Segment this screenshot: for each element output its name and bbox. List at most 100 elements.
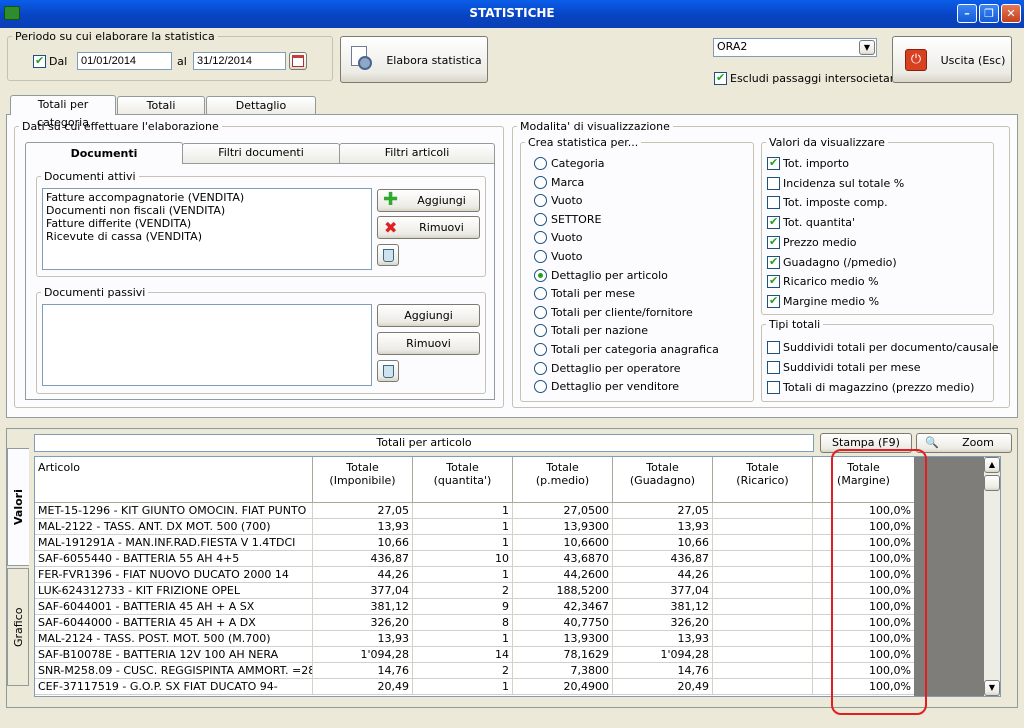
table-row[interactable]: MET-15-1296 - KIT GIUNTO OMOCIN. FIAT PU… — [35, 503, 915, 519]
radio-button[interactable] — [534, 287, 547, 301]
chevron-down-icon[interactable]: ▼ — [859, 40, 875, 55]
checkbox[interactable] — [767, 235, 780, 249]
uscita-button[interactable]: ⏻ Uscita (Esc) — [892, 36, 1012, 83]
table-row[interactable]: CEF-37117519 - G.O.P. SX FIAT DUCATO 94-… — [35, 679, 915, 695]
restore-icon[interactable]: ❐ — [979, 4, 999, 23]
crea-option[interactable]: Dettaglio per operatore — [534, 361, 748, 377]
scroll-down-icon[interactable]: ▼ — [984, 680, 1000, 696]
table-row[interactable]: SAF-B10078E - BATTERIA 12V 100 AH NERA 1'… — [35, 647, 915, 663]
crea-option[interactable]: SETTORE — [534, 212, 748, 228]
crea-option[interactable]: Totali per cliente/fornitore — [534, 305, 748, 321]
radio-button[interactable] — [534, 250, 547, 263]
aggiungi-passivi-button[interactable]: Aggiungi — [377, 304, 480, 327]
radio-button[interactable] — [534, 343, 547, 356]
table-row[interactable]: SAF-6044000 - BATTERIA 45 AH + A DX 326,2… — [35, 615, 915, 631]
table-row[interactable]: MAL-2122 - TASS. ANT. DX MOT. 500 (700) 1… — [35, 519, 915, 535]
valori-option[interactable]: Incidenza sul totale % — [767, 176, 987, 192]
checkbox[interactable] — [767, 361, 780, 374]
crea-option[interactable]: Dettaglio per venditore — [534, 379, 748, 395]
valori-option[interactable]: Prezzo medio — [767, 235, 987, 251]
table-row[interactable]: SAF-6044001 - BATTERIA 45 AH + A SX 381,1… — [35, 599, 915, 615]
vertical-scrollbar[interactable]: ▲ ▼ — [984, 457, 1000, 696]
minimize-icon[interactable]: – — [957, 4, 977, 23]
tab-filtri-documenti[interactable]: Filtri documenti — [182, 143, 340, 163]
close-icon[interactable]: ✕ — [1001, 4, 1021, 23]
tab-dettaglio-documenti[interactable]: Dettaglio documenti — [206, 96, 316, 130]
checkbox[interactable] — [767, 294, 780, 308]
documenti-passivi-list[interactable] — [42, 304, 372, 386]
tab-totali-documenti[interactable]: Totali documenti — [117, 96, 205, 130]
elabora-statistica-button[interactable]: Elabora statistica — [340, 36, 488, 83]
scroll-up-icon[interactable]: ▲ — [984, 457, 1000, 473]
tab-totali-per-categoria[interactable]: Totali per categoria — [10, 95, 116, 129]
valori-option[interactable]: Tot. quantita' — [767, 215, 987, 231]
radio-button[interactable] — [534, 157, 547, 170]
crea-option[interactable]: Totali per mese — [534, 286, 748, 302]
clear-list-icon[interactable] — [377, 244, 399, 266]
crea-option[interactable]: Totali per nazione — [534, 323, 748, 339]
checkbox[interactable] — [767, 156, 780, 170]
crea-option[interactable]: Categoria — [534, 156, 748, 172]
zoom-button[interactable]: 🔍 Zoom — [916, 433, 1012, 453]
radio-button[interactable] — [534, 305, 547, 319]
column-header[interactable]: Totale (quantita') — [413, 457, 513, 503]
list-item[interactable]: Fatture differite (VENDITA) — [46, 217, 368, 230]
rimuovi-passivi-button[interactable]: Rimuovi — [377, 332, 480, 355]
table-row[interactable]: MAL-2124 - TASS. POST. MOT. 500 (M.700) 1… — [35, 631, 915, 647]
checkbox[interactable] — [767, 274, 780, 289]
valori-option[interactable]: Margine medio % — [767, 294, 987, 310]
escludi-checkbox[interactable] — [714, 71, 727, 85]
table-row[interactable]: MAL-191291A - MAN.INF.RAD.FIESTA V 1.4TD… — [35, 535, 915, 551]
column-header[interactable]: Totale (Guadagno) — [613, 457, 713, 503]
column-header[interactable]: Articolo — [35, 457, 313, 503]
valori-option[interactable]: Tot. importo — [767, 156, 987, 172]
tipi-option[interactable]: Suddividi totali per mese — [767, 360, 987, 376]
column-header[interactable]: Totale (Ricarico) — [713, 457, 813, 503]
aggiungi-attivi-button[interactable]: ✚ Aggiungi — [377, 189, 480, 212]
documenti-attivi-list[interactable]: Fatture accompagnatorie (VENDITA) Docume… — [42, 188, 372, 270]
crea-option[interactable]: Vuoto — [534, 230, 748, 246]
radio-button[interactable] — [534, 380, 547, 394]
table-row[interactable]: FER-FVR1396 - FIAT NUOVO DUCATO 2000 14 4… — [35, 567, 915, 583]
tab-documenti[interactable]: Documenti — [25, 142, 183, 164]
side-tab-valori[interactable]: Valori — [7, 448, 29, 566]
radio-button[interactable] — [534, 268, 547, 282]
radio-button[interactable] — [534, 361, 547, 375]
server-select[interactable]: ORA2 ▼ — [713, 38, 877, 57]
checkbox[interactable] — [767, 215, 780, 230]
checkbox[interactable] — [767, 176, 780, 190]
checkbox[interactable] — [767, 381, 780, 394]
tipi-option[interactable]: Totali di magazzino (prezzo medio) — [767, 380, 987, 396]
rimuovi-attivi-button[interactable]: ✖ Rimuovi — [377, 216, 480, 239]
table-row[interactable]: LUK-624312733 - KIT FRIZIONE OPEL 377,04 2… — [35, 583, 915, 599]
scroll-thumb[interactable] — [984, 475, 1000, 491]
crea-option[interactable]: Totali per categoria anagrafica — [534, 342, 748, 358]
side-tab-grafico[interactable]: Grafico — [7, 568, 29, 686]
checkbox[interactable] — [767, 255, 780, 269]
crea-option[interactable]: Marca — [534, 175, 748, 191]
radio-button[interactable] — [534, 231, 547, 245]
valori-option[interactable]: Tot. imposte comp. — [767, 195, 987, 211]
radio-button[interactable] — [534, 324, 547, 338]
dal-checkbox[interactable] — [33, 54, 46, 68]
crea-option[interactable]: Dettaglio per articolo — [534, 268, 748, 284]
list-item[interactable]: Documenti non fiscali (VENDITA) — [46, 204, 368, 217]
radio-button[interactable] — [534, 194, 547, 208]
from-date-input[interactable] — [77, 52, 172, 70]
column-header[interactable]: Totale (p.medio) — [513, 457, 613, 503]
radio-button[interactable] — [534, 175, 547, 189]
column-header[interactable]: Totale (Imponibile) — [313, 457, 413, 503]
checkbox[interactable] — [767, 196, 780, 210]
radio-button[interactable] — [534, 212, 547, 226]
to-date-input[interactable] — [193, 52, 286, 70]
list-item[interactable]: Ricevute di cassa (VENDITA) — [46, 230, 368, 243]
table-row[interactable]: SNR-M258.09 - CUSC. REGGISPINTA AMMORT. … — [35, 663, 915, 679]
calendar-icon[interactable] — [289, 52, 307, 70]
crea-option[interactable]: Vuoto — [534, 193, 748, 209]
clear-list-icon[interactable] — [377, 360, 399, 382]
valori-option[interactable]: Guadagno (/pmedio) — [767, 255, 987, 271]
table-row[interactable]: SAF-6055440 - BATTERIA 55 AH 4+5 436,87 10… — [35, 551, 915, 567]
checkbox[interactable] — [767, 341, 780, 354]
valori-option[interactable]: Ricarico medio % — [767, 274, 987, 290]
tipi-option[interactable]: Suddividi totali per documento/causale — [767, 340, 999, 356]
